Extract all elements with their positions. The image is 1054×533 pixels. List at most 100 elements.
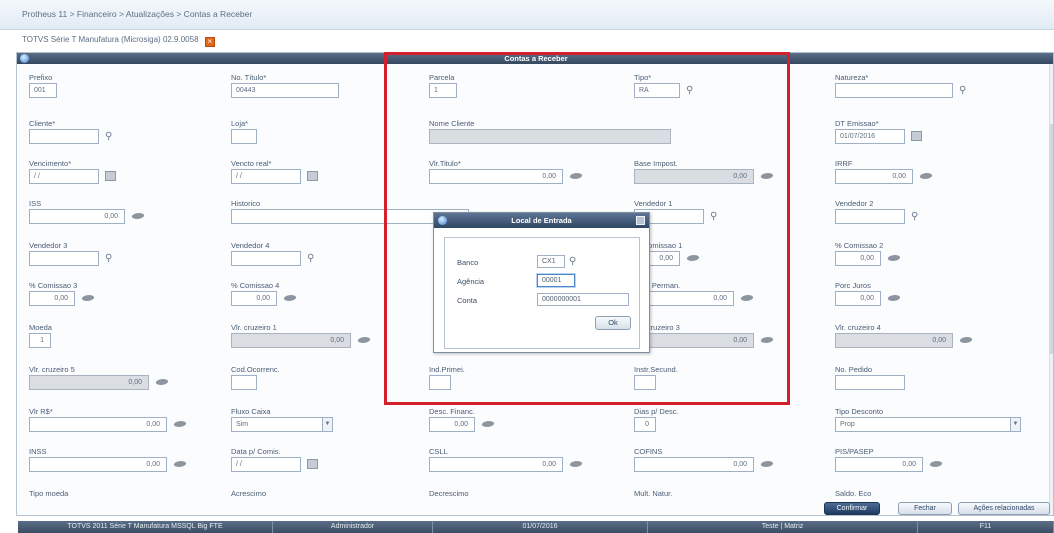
ind-primeir-input[interactable] bbox=[429, 375, 451, 390]
search-icon[interactable]: ⚲ bbox=[959, 85, 970, 96]
vencto-real-input[interactable]: / / bbox=[231, 169, 301, 184]
pis-pasep-input[interactable]: 0,00 bbox=[835, 457, 923, 472]
field-label: Vlr R$* bbox=[29, 407, 53, 416]
cofins-input[interactable]: 0,00 bbox=[634, 457, 754, 472]
cod-ocorrencia-input[interactable] bbox=[231, 375, 257, 390]
vlr-titulo-input[interactable]: 0,00 bbox=[429, 169, 563, 184]
nome-cliente-input bbox=[429, 129, 671, 144]
calculator-icon[interactable] bbox=[929, 459, 944, 468]
close-icon[interactable] bbox=[636, 216, 645, 225]
window-title-bar: TOTVS Série T Manufatura (Microsiga) 02.… bbox=[0, 30, 1054, 50]
agencia-input[interactable]: 00001 bbox=[537, 274, 575, 287]
tipo-desconto-select[interactable]: Prop ▼ bbox=[835, 417, 1021, 432]
calculator-icon[interactable] bbox=[686, 253, 701, 262]
calculator-icon[interactable] bbox=[173, 459, 188, 468]
calculator-icon[interactable] bbox=[81, 293, 96, 302]
instr-secund-input[interactable] bbox=[634, 375, 656, 390]
calculator-icon[interactable] bbox=[887, 253, 902, 262]
calculator-icon[interactable] bbox=[760, 171, 775, 180]
field-label: Vendedor 1 bbox=[634, 199, 673, 208]
chevron-down-icon[interactable]: ▼ bbox=[322, 418, 332, 431]
dt-emissao-input[interactable]: 01/07/2016 bbox=[835, 129, 905, 144]
irrf-input[interactable]: 0,00 bbox=[835, 169, 913, 184]
close-icon[interactable]: × bbox=[204, 37, 215, 47]
banco-input[interactable]: CX1 bbox=[537, 255, 565, 268]
comissao-2-input[interactable]: 0,00 bbox=[835, 251, 881, 266]
field-label: Cliente* bbox=[29, 119, 56, 128]
search-icon[interactable]: ⚲ bbox=[105, 131, 116, 142]
dialog-title-bar: Local de Entrada bbox=[434, 213, 649, 228]
search-icon[interactable]: ⚲ bbox=[105, 253, 116, 264]
inss-input[interactable]: 0,00 bbox=[29, 457, 167, 472]
vlr-r-input[interactable]: 0,00 bbox=[29, 417, 167, 432]
related-actions-button[interactable]: Ações relacionadas bbox=[958, 502, 1050, 515]
calculator-icon[interactable] bbox=[887, 293, 902, 302]
calculator-icon[interactable] bbox=[481, 419, 496, 428]
search-icon[interactable]: ⚲ bbox=[686, 85, 697, 96]
calendar-icon[interactable] bbox=[307, 171, 318, 181]
calculator-icon[interactable] bbox=[760, 459, 775, 468]
dias-p-desc-input[interactable]: 0 bbox=[634, 417, 656, 432]
field-label: Decrescimo bbox=[429, 489, 469, 498]
calculator-icon[interactable] bbox=[155, 377, 170, 386]
calendar-icon[interactable] bbox=[105, 171, 116, 181]
vlr-cruzeiro-1-input: 0,00 bbox=[231, 333, 351, 348]
calendar-icon[interactable] bbox=[911, 131, 922, 141]
prefixo-input[interactable]: 001 bbox=[29, 83, 57, 98]
vencimento-input[interactable]: / / bbox=[29, 169, 99, 184]
calculator-icon[interactable] bbox=[959, 335, 974, 344]
calculator-icon[interactable] bbox=[919, 171, 934, 180]
field-label: Saldo. Eco bbox=[835, 489, 872, 498]
calculator-icon[interactable] bbox=[569, 459, 584, 468]
vendedor-2-input[interactable] bbox=[835, 209, 905, 224]
vendedor-4-input[interactable] bbox=[231, 251, 301, 266]
parcela-input[interactable]: 1 bbox=[429, 83, 457, 98]
field-label: Tipo moeda bbox=[29, 489, 69, 498]
moeda-input[interactable]: 1 bbox=[29, 333, 51, 348]
ok-button[interactable]: Ok bbox=[595, 316, 631, 330]
desc-financ-input[interactable]: 0,00 bbox=[429, 417, 475, 432]
fluxo-caixa-select[interactable]: Sim ▼ bbox=[231, 417, 333, 432]
calculator-icon[interactable] bbox=[283, 293, 298, 302]
porc-juros-input[interactable]: 0,00 bbox=[835, 291, 881, 306]
close-button[interactable]: Fechar bbox=[898, 502, 952, 515]
confirm-button[interactable]: Confirmar bbox=[824, 502, 880, 515]
search-icon[interactable]: ⚲ bbox=[911, 211, 922, 222]
no-pedido-input[interactable] bbox=[835, 375, 905, 390]
dialog-body: Banco CX1 ⚲ Agência 00001 Conta 00000000… bbox=[444, 237, 640, 349]
search-icon[interactable]: ⚲ bbox=[569, 256, 580, 267]
panel-title-bar: Contas a Receber bbox=[17, 53, 1053, 64]
calculator-icon[interactable] bbox=[569, 171, 584, 180]
search-icon[interactable]: ⚲ bbox=[307, 253, 318, 264]
loja-input[interactable] bbox=[231, 129, 257, 144]
chevron-down-icon[interactable]: ▼ bbox=[1010, 418, 1020, 431]
calendar-icon[interactable] bbox=[307, 459, 318, 469]
field-label: Vlr.Titulo* bbox=[429, 159, 461, 168]
cliente-input[interactable] bbox=[29, 129, 99, 144]
vlr-cruzeiro-3-input: 0,00 bbox=[634, 333, 754, 348]
calculator-icon[interactable] bbox=[357, 335, 372, 344]
scrollbar-thumb[interactable] bbox=[1050, 124, 1053, 354]
agencia-label: Agência bbox=[457, 277, 485, 286]
no-titulo-input[interactable]: 00443 bbox=[231, 83, 339, 98]
calculator-icon[interactable] bbox=[760, 335, 775, 344]
conta-input[interactable]: 0000000001 bbox=[537, 293, 629, 306]
iss-input[interactable]: 0,00 bbox=[29, 209, 125, 224]
comissao-3-input[interactable]: 0,00 bbox=[29, 291, 75, 306]
field-label: DT Emissao* bbox=[835, 119, 879, 128]
calculator-icon[interactable] bbox=[131, 211, 146, 220]
data-p-comis-input[interactable]: / / bbox=[231, 457, 301, 472]
csll-input[interactable]: 0,00 bbox=[429, 457, 563, 472]
vertical-scrollbar[interactable] bbox=[1049, 64, 1053, 515]
field-label: Vencimento* bbox=[29, 159, 72, 168]
tipo-input[interactable]: RA bbox=[634, 83, 680, 98]
calculator-icon[interactable] bbox=[740, 293, 755, 302]
vendedor-3-input[interactable] bbox=[29, 251, 99, 266]
natureza-input[interactable] bbox=[835, 83, 953, 98]
search-icon[interactable]: ⚲ bbox=[710, 211, 721, 222]
select-value: Prop bbox=[840, 421, 855, 428]
comissao-4-input[interactable]: 0,00 bbox=[231, 291, 277, 306]
field-label: No. Pedido bbox=[835, 365, 873, 374]
field-label: Vlr. cruzeiro 4 bbox=[835, 323, 881, 332]
calculator-icon[interactable] bbox=[173, 419, 188, 428]
